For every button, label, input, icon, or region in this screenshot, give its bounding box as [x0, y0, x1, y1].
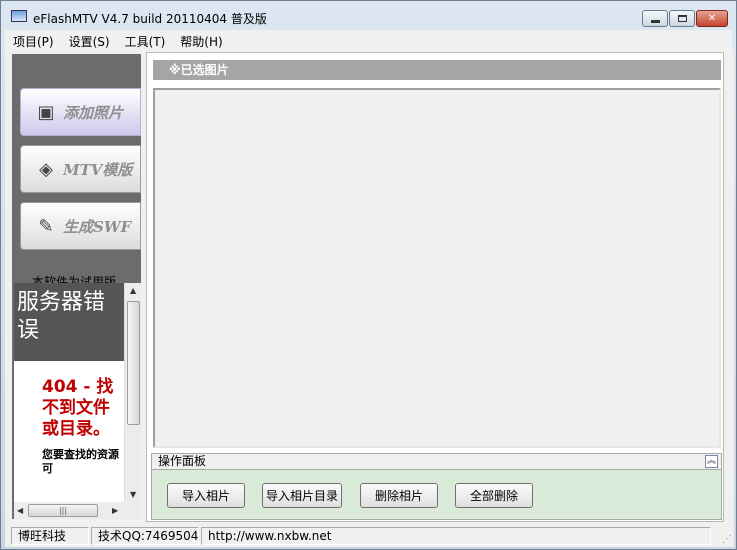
left-nav-panel: ▣ 添加照片 ◈ MTV模版 ✎ 生成SWF 本软件为试用版 服务器错误 404…	[12, 54, 141, 519]
operations-panel-header: 操作面板 ︽	[151, 453, 722, 470]
menu-help[interactable]: 帮助(H)	[172, 30, 229, 50]
operations-panel-title: 操作面板	[158, 454, 207, 468]
mtv-template-button[interactable]: ◈ MTV模版	[20, 145, 141, 193]
horizontal-scrollbar[interactable]: ◀ ||| ▶	[14, 502, 124, 519]
photo-icon: ▣	[37, 101, 55, 123]
right-panel: ※已选图片 操作面板 ︽ 导入相片 导入相片目录 删除相片 全部删除	[146, 52, 724, 522]
delete-photo-button[interactable]: 删除相片	[360, 483, 438, 508]
error-title: 404 - 找不到文件或目录。	[42, 377, 114, 439]
selected-photos-header: ※已选图片	[153, 60, 721, 80]
close-icon: ✕	[707, 13, 717, 24]
scroll-right-icon[interactable]: ▶	[112, 506, 118, 515]
status-bar: 博旺科技 技术QQ:7469504 http://www.nxbw.net ⋰	[5, 525, 734, 547]
status-company: 博旺科技	[11, 527, 89, 545]
generate-swf-button[interactable]: ✎ 生成SWF	[20, 202, 141, 250]
error-body: 404 - 找不到文件或目录。 您要查找的资源可	[42, 377, 122, 476]
scroll-left-icon[interactable]: ◀	[17, 506, 23, 515]
cube-icon: ◈	[39, 158, 53, 180]
app-window: eFlashMTV V4.7 build 20110404 普及版 ✕ 项目(P…	[0, 0, 737, 550]
import-photos-button[interactable]: 导入相片	[167, 483, 245, 508]
scroll-down-icon[interactable]: ▼	[130, 490, 136, 499]
vertical-scrollbar[interactable]: ▲ ▼	[124, 283, 141, 502]
app-icon	[11, 10, 27, 22]
minimize-button[interactable]	[642, 10, 668, 27]
status-website: http://www.nxbw.net	[201, 527, 711, 545]
maximize-button[interactable]	[669, 10, 695, 27]
window-controls: ✕	[641, 10, 728, 27]
nav-label: 添加照片	[63, 103, 124, 122]
scroll-up-icon[interactable]: ▲	[130, 286, 136, 295]
selected-photos-list[interactable]	[153, 88, 721, 448]
menu-tools[interactable]: 工具(T)	[117, 30, 173, 50]
nav-label: MTV模版	[63, 160, 133, 179]
embedded-browser: 服务器错误 404 - 找不到文件或目录。 您要查找的资源可	[14, 283, 124, 519]
scroll-corner	[124, 502, 141, 519]
import-photo-folder-button[interactable]: 导入相片目录	[262, 483, 342, 508]
minimize-icon	[650, 20, 660, 23]
chevron-up-icon: ︽	[706, 456, 716, 466]
client-area: ▣ 添加照片 ◈ MTV模版 ✎ 生成SWF 本软件为试用版 服务器错误 404…	[5, 50, 734, 525]
vertical-scroll-thumb[interactable]	[127, 301, 140, 425]
horizontal-scroll-thumb[interactable]: |||	[28, 504, 98, 517]
status-qq: 技术QQ:7469504	[91, 527, 199, 545]
operations-panel: 导入相片 导入相片目录 删除相片 全部删除	[151, 470, 722, 520]
menu-project[interactable]: 项目(P)	[5, 30, 61, 50]
close-button[interactable]: ✕	[696, 10, 728, 27]
title-bar[interactable]: eFlashMTV V4.7 build 20110404 普及版 ✕	[1, 1, 736, 29]
add-photo-button[interactable]: ▣ 添加照片	[20, 88, 141, 136]
error-header: 服务器错误	[14, 283, 124, 361]
menu-bar: 项目(P) 设置(S) 工具(T) 帮助(H)	[5, 30, 732, 50]
window-title: eFlashMTV V4.7 build 20110404 普及版	[33, 12, 267, 26]
pen-icon: ✎	[38, 215, 54, 237]
nav-label: 生成SWF	[63, 217, 132, 236]
collapse-button[interactable]: ︽	[705, 455, 718, 468]
maximize-icon	[677, 15, 687, 22]
menu-settings[interactable]: 设置(S)	[61, 30, 117, 50]
delete-all-button[interactable]: 全部删除	[455, 483, 533, 508]
resize-grip-icon[interactable]: ⋰	[722, 534, 732, 545]
error-description: 您要查找的资源可	[42, 448, 119, 475]
